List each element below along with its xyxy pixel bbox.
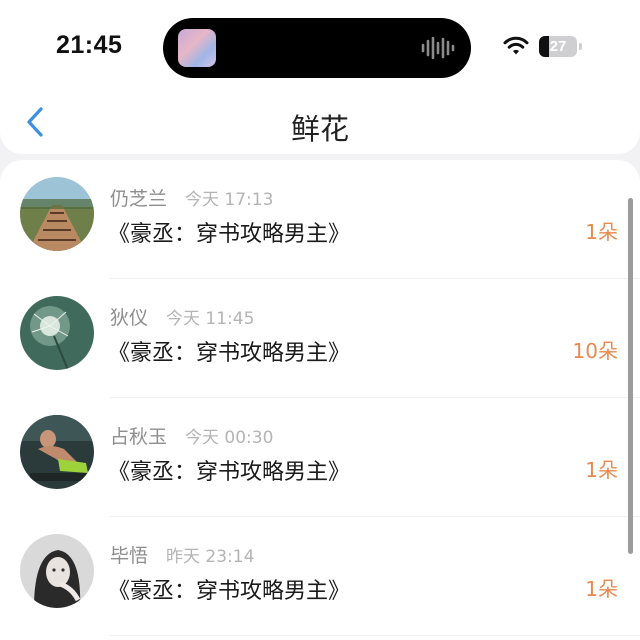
- gift-time: 今天 17:13: [185, 190, 274, 210]
- gift-meta: 仍芝兰 今天 17:13: [110, 184, 273, 211]
- gift-meta: 毕悟 昨天 23:14: [110, 541, 254, 568]
- flower-count: 1朵: [585, 220, 618, 244]
- sender-name: 占秋玉: [110, 426, 168, 448]
- divider: [110, 635, 640, 636]
- dynamic-island[interactable]: [163, 18, 471, 78]
- flower-count: 10朵: [572, 339, 618, 363]
- book-title: 《豪丞：穿书攻略男主》: [108, 341, 351, 366]
- list-item[interactable]: 占秋玉 今天 00:30 《豪丞：穿书攻略男主》 1朵: [0, 398, 640, 517]
- flower-count: 1朵: [585, 577, 618, 601]
- gift-time: 今天 11:45: [166, 309, 255, 329]
- scrollbar[interactable]: [628, 198, 633, 554]
- sender-name: 毕悟: [110, 545, 149, 567]
- avatar[interactable]: [20, 534, 94, 608]
- flower-gift-list: 仍芝兰 今天 17:13 《豪丞：穿书攻略男主》 1朵 狄仪 今天 11:45 《豪…: [0, 160, 640, 640]
- audio-wave-icon: [421, 37, 455, 59]
- sender-name: 狄仪: [110, 307, 149, 329]
- book-title: 《豪丞：穿书攻略男主》: [108, 222, 351, 247]
- avatar[interactable]: [20, 177, 94, 251]
- gift-meta: 占秋玉 今天 00:30: [110, 422, 273, 449]
- list-item[interactable]: 仍芝兰 今天 17:13 《豪丞：穿书攻略男主》 1朵: [0, 160, 640, 279]
- gift-meta: 狄仪 今天 11:45: [110, 303, 254, 330]
- status-time: 21:45: [56, 31, 123, 59]
- status-bar: 21:45 27: [0, 0, 640, 92]
- flower-count: 1朵: [585, 458, 618, 482]
- battery-percent: 27: [549, 38, 567, 55]
- sender-name: 仍芝兰: [110, 188, 168, 210]
- now-playing-artwork: [178, 29, 216, 67]
- list-item[interactable]: 狄仪 今天 11:45 《豪丞：穿书攻略男主》 10朵: [0, 279, 640, 398]
- book-title: 《豪丞：穿书攻略男主》: [108, 460, 351, 485]
- avatar[interactable]: [20, 296, 94, 370]
- page-title: 鲜花: [290, 112, 349, 146]
- gift-time: 昨天 23:14: [166, 547, 255, 567]
- gift-time: 今天 00:30: [185, 428, 274, 448]
- avatar[interactable]: [20, 415, 94, 489]
- list-item[interactable]: 毕悟 昨天 23:14 《豪丞：穿书攻略男主》 1朵: [0, 517, 640, 636]
- battery-indicator: 27: [539, 36, 577, 57]
- nav-bar: 鲜花: [0, 92, 640, 154]
- wifi-icon: [503, 36, 529, 55]
- battery-cap: [579, 43, 582, 50]
- book-title: 《豪丞：穿书攻略男主》: [108, 579, 351, 604]
